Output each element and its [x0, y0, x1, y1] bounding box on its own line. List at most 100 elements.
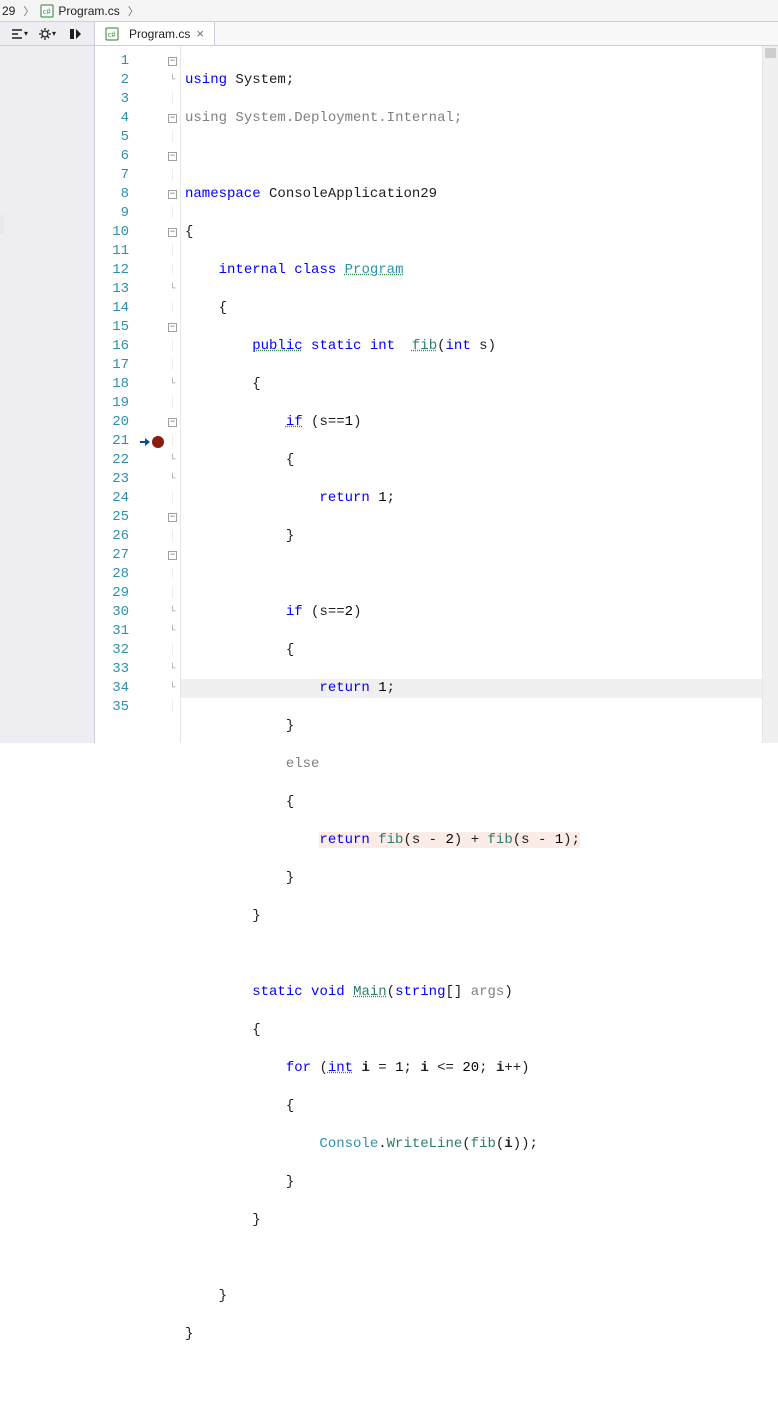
fold-slot[interactable]: │	[169, 641, 175, 660]
line-number: 5	[95, 128, 129, 147]
fold-slot[interactable]: │	[169, 90, 175, 109]
fold-end-icon: └	[169, 451, 175, 470]
fold-slot[interactable]: │	[169, 527, 175, 546]
breadcrumb-project-label: 29	[2, 4, 15, 18]
fold-slot[interactable]: │	[169, 565, 175, 584]
csharp-file-icon: c#	[40, 4, 54, 18]
line-number: 6	[95, 147, 129, 166]
fold-slot[interactable]: │	[169, 356, 175, 375]
fold-end-icon: └	[169, 375, 175, 394]
fold-minus-icon[interactable]: −	[168, 228, 177, 237]
line-number: 14	[95, 299, 129, 318]
fold-slot[interactable]: │	[169, 337, 175, 356]
fold-slot[interactable]: └	[169, 622, 175, 641]
line-number: 16	[95, 337, 129, 356]
line-number: 30	[95, 603, 129, 622]
line-number: 29	[95, 584, 129, 603]
selection-mark	[0, 215, 4, 234]
fold-slot[interactable]: └	[169, 71, 175, 90]
left-panel	[0, 46, 95, 743]
line-number: 9	[95, 204, 129, 223]
fold-slot[interactable]: │	[169, 432, 175, 451]
line-number: 13	[95, 280, 129, 299]
fold-slot[interactable]: │	[169, 166, 175, 185]
line-number: 24	[95, 489, 129, 508]
fold-slot[interactable]: └	[169, 375, 175, 394]
fold-minus-icon[interactable]: −	[168, 152, 177, 161]
line-number: 19	[95, 394, 129, 413]
fold-minus-icon[interactable]: −	[168, 190, 177, 199]
line-number-gutter: 1234567891011121314151617181920212223242…	[95, 46, 137, 743]
line-number: 31	[95, 622, 129, 641]
chevron-right-icon: 〉	[128, 3, 139, 19]
fold-minus-icon[interactable]: −	[168, 57, 177, 66]
fold-slot[interactable]: −	[168, 546, 177, 565]
marker-gutter[interactable]	[137, 46, 165, 743]
breakpoint-icon[interactable]	[152, 436, 164, 448]
fold-slot[interactable]: −	[168, 52, 177, 71]
svg-text:c#: c#	[108, 30, 116, 39]
fold-slot[interactable]: −	[168, 109, 177, 128]
breadcrumb-file[interactable]: c# Program.cs	[38, 0, 123, 21]
fold-slot[interactable]: └	[169, 603, 175, 622]
fold-minus-icon[interactable]: −	[168, 551, 177, 560]
line-number: 4	[95, 109, 129, 128]
close-icon[interactable]: ×	[196, 26, 204, 41]
fold-slot[interactable]: −	[168, 147, 177, 166]
line-number: 27	[95, 546, 129, 565]
fold-minus-icon[interactable]: −	[168, 513, 177, 522]
fold-slot[interactable]: │	[169, 242, 175, 261]
fold-slot[interactable]: −	[168, 223, 177, 242]
fold-slot[interactable]: └	[169, 660, 175, 679]
fold-slot[interactable]: │	[169, 489, 175, 508]
fold-slot[interactable]: │	[169, 698, 175, 717]
fold-end-icon: └	[169, 660, 175, 679]
breadcrumb-file-label: Program.cs	[58, 4, 119, 18]
fold-end-icon: └	[169, 679, 175, 698]
line-number: 8	[95, 185, 129, 204]
line-number: 25	[95, 508, 129, 527]
line-number: 2	[95, 71, 129, 90]
line-number: 22	[95, 451, 129, 470]
fold-minus-icon[interactable]: −	[168, 114, 177, 123]
fold-end-icon: └	[169, 71, 175, 90]
fold-slot[interactable]: −	[168, 185, 177, 204]
fold-gutter[interactable]: −└│−│−│−│−││└│−││└│−│└└│−│−││└└│└└│	[165, 46, 181, 743]
fold-end-icon: └	[169, 603, 175, 622]
line-number: 20	[95, 413, 129, 432]
fold-slot[interactable]: └	[169, 451, 175, 470]
fold-slot[interactable]: └	[169, 280, 175, 299]
fold-slot[interactable]: −	[168, 318, 177, 337]
fold-slot[interactable]: │	[169, 584, 175, 603]
code-editor[interactable]: 1234567891011121314151617181920212223242…	[95, 46, 778, 743]
line-number: 33	[95, 660, 129, 679]
line-number: 12	[95, 261, 129, 280]
line-number: 34	[95, 679, 129, 698]
step-button[interactable]	[64, 23, 86, 45]
fold-slot[interactable]: −	[168, 413, 177, 432]
line-number: 26	[95, 527, 129, 546]
fold-slot[interactable]: │	[169, 299, 175, 318]
gear-button[interactable]: ▾	[36, 23, 58, 45]
vertical-scrollbar[interactable]	[762, 46, 778, 743]
fold-minus-icon[interactable]: −	[168, 323, 177, 332]
fold-slot[interactable]: │	[169, 128, 175, 147]
editor-toolbar: ▾ ▾	[0, 22, 95, 45]
align-left-button[interactable]: ▾	[8, 23, 30, 45]
tab-program-cs[interactable]: c# Program.cs ×	[95, 22, 215, 45]
svg-text:c#: c#	[43, 7, 51, 16]
code-area[interactable]: using System; using System.Deployment.In…	[181, 46, 762, 743]
tab-row: ▾ ▾ c# Program.cs ×	[0, 22, 778, 46]
line-number: 17	[95, 356, 129, 375]
line-number: 23	[95, 470, 129, 489]
fold-minus-icon[interactable]: −	[168, 418, 177, 427]
fold-slot[interactable]: −	[168, 508, 177, 527]
marker-slot[interactable]	[139, 432, 164, 451]
fold-slot[interactable]: │	[169, 204, 175, 223]
breadcrumb-project[interactable]: 29	[0, 0, 19, 21]
fold-slot[interactable]: │	[169, 394, 175, 413]
fold-slot[interactable]: └	[169, 470, 175, 489]
fold-slot[interactable]: └	[169, 679, 175, 698]
fold-slot[interactable]: │	[169, 261, 175, 280]
fold-end-icon: └	[169, 470, 175, 489]
